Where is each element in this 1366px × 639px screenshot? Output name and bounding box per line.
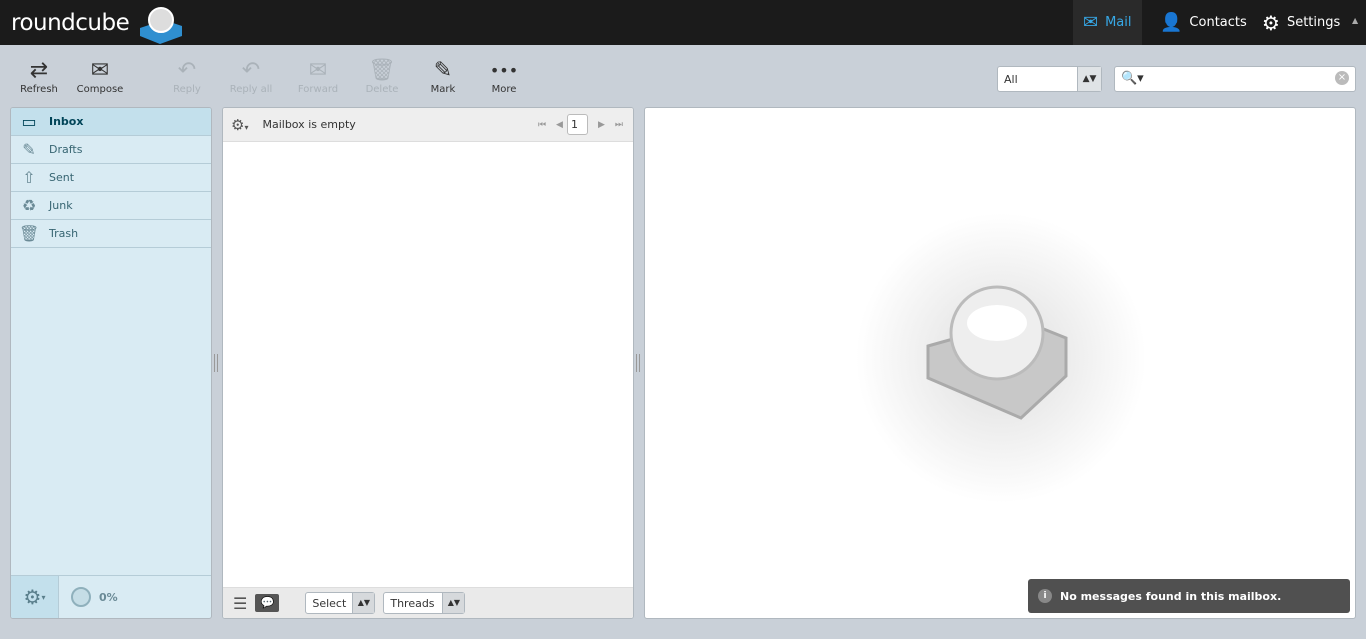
quota-pie-icon: [71, 587, 91, 607]
search-box: 🔍▾ ×: [1114, 66, 1356, 92]
folder-list: ▭ Inbox ✎ Drafts ⇧ Sent ♻ Junk 🗑 Trash ⚙ ▾ 0%: [10, 107, 212, 619]
logo: roundcube: [11, 10, 130, 36]
nav-settings[interactable]: ⚙ Settings: [1252, 0, 1350, 45]
folder-junk[interactable]: ♻ Junk: [11, 192, 211, 220]
reply-icon: ↶: [177, 58, 197, 83]
pen-icon: ✎: [433, 58, 453, 83]
list-options-gear-icon[interactable]: ⚙▾: [231, 116, 248, 134]
page-number-input[interactable]: 1: [566, 114, 588, 135]
threads-dropdown[interactable]: Threads ▲▼: [383, 592, 466, 614]
folder-sent[interactable]: ⇧ Sent: [11, 164, 211, 192]
clear-search-icon[interactable]: ×: [1335, 71, 1349, 85]
quota-text: 0%: [99, 590, 118, 604]
search-input[interactable]: [1149, 70, 1329, 88]
select-arrows-icon: ▲▼: [352, 593, 375, 613]
list-status: Mailbox is empty: [262, 118, 356, 131]
search-icon[interactable]: 🔍▾: [1121, 71, 1144, 86]
refresh-icon: ⇄: [29, 58, 49, 83]
select-arrows-icon: ▲▼: [1077, 67, 1101, 91]
mark-button[interactable]: ✎ Mark: [413, 58, 473, 95]
inbox-icon: ▭: [21, 112, 37, 131]
info-icon: i: [1038, 589, 1052, 603]
list-header: ⚙▾ Mailbox is empty ⏮ ◀ 1 ▶ ⏭: [223, 108, 633, 142]
reply-all-button[interactable]: ↶ Reply all: [221, 58, 281, 95]
mail-icon: ✉: [1083, 12, 1099, 33]
roundcube-watermark-icon: [856, 213, 1146, 503]
more-button[interactable]: ••• More: [474, 58, 534, 95]
delete-button[interactable]: 🗑 Delete: [352, 58, 412, 95]
next-page-icon[interactable]: ▶: [598, 120, 605, 130]
filter-select[interactable]: All ▲▼: [997, 66, 1102, 92]
message-list: ⚙▾ Mailbox is empty ⏮ ◀ 1 ▶ ⏭ ☰ 💬 Select…: [222, 107, 634, 619]
first-page-icon[interactable]: ⏮: [538, 120, 546, 130]
select-dropdown[interactable]: Select ▲▼: [305, 592, 376, 614]
select-arrows-icon: ▲▼: [442, 593, 465, 613]
trash-icon: 🗑: [368, 58, 396, 83]
list-splitter[interactable]: [636, 354, 640, 372]
folder-splitter[interactable]: [214, 354, 218, 372]
compose-icon: ✉: [90, 58, 110, 83]
folder-trash[interactable]: 🗑 Trash: [11, 220, 211, 248]
person-icon: 👤: [1160, 12, 1183, 33]
sent-icon: ⇧: [22, 168, 36, 187]
folder-inbox[interactable]: ▭ Inbox: [11, 108, 211, 136]
message-preview: [644, 107, 1356, 619]
pencil-icon: ✎: [22, 140, 36, 159]
compose-button[interactable]: ✉ Compose: [70, 58, 130, 95]
folder-drafts[interactable]: ✎ Drafts: [11, 136, 211, 164]
gear-icon: ⚙: [1262, 10, 1280, 35]
nav-mail[interactable]: ✉ Mail: [1073, 0, 1142, 45]
folder-settings-gear-icon[interactable]: ⚙ ▾: [11, 576, 59, 618]
roundcube-logo-icon: [140, 7, 182, 44]
collapse-header-icon[interactable]: ▲: [1352, 16, 1358, 25]
folder-footer: ⚙ ▾ 0%: [11, 575, 211, 618]
reply-button[interactable]: ↶ Reply: [157, 58, 217, 95]
forward-icon: ✉: [308, 58, 328, 83]
last-page-icon[interactable]: ⏭: [615, 120, 623, 130]
notification-toast: i No messages found in this mailbox.: [1028, 579, 1350, 613]
list-view-icon[interactable]: ☰: [233, 594, 247, 613]
header-bar: roundcube ✉ Mail 👤 Contacts ⚙ Settings ▲: [0, 0, 1366, 45]
prev-page-icon[interactable]: ◀: [556, 120, 563, 130]
reply-all-icon: ↶: [241, 58, 261, 83]
forward-button[interactable]: ✉ Forward: [288, 58, 348, 95]
junk-icon: ♻: [21, 196, 37, 215]
nav-contacts[interactable]: 👤 Contacts: [1150, 0, 1257, 45]
trash-icon: 🗑: [19, 224, 40, 243]
refresh-button[interactable]: ⇄ Refresh: [9, 58, 69, 95]
more-icon: •••: [489, 61, 519, 80]
list-footer: ☰ 💬 Select ▲▼ Threads ▲▼: [223, 587, 633, 618]
thread-view-icon[interactable]: 💬: [255, 594, 280, 612]
